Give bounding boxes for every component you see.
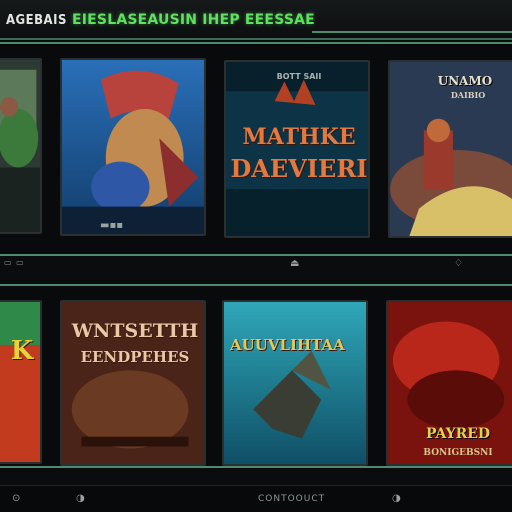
menu-icon[interactable]: ⊙ [12,493,20,504]
header-divider [312,31,512,33]
card-3-title-line2: DAEVIERI [230,154,368,183]
game-card-3[interactable]: BOTT SAII MATHKE DAEVIERI [224,60,370,238]
settings-icon[interactable]: ◑ [392,493,401,504]
game-card-4[interactable]: UNAMO DAIBIO [388,60,512,238]
card-4-title-line1: UNAMO [437,74,493,88]
card-3-title-line1: MATHKE [242,124,356,150]
game-card-1[interactable] [0,58,42,234]
card-8-subtitle: BONIGEBSNI [423,448,493,458]
game-card-2[interactable] [60,58,206,236]
card-7-art [224,302,366,464]
brand-title[interactable]: AGEBAIS [6,13,67,28]
card-1-art [0,60,40,232]
back-icon[interactable]: ◑ [76,493,85,504]
game-card-7[interactable]: AUUVLIHTAA [222,300,368,466]
card-8-title: PAYRED [425,426,491,442]
card-5-letter: K [10,336,34,366]
card-4-art [390,62,512,236]
row-1-meta-left: ▭ ▭ [4,258,25,267]
card-6-title-line2: EENDPEHES [80,348,190,366]
card-5-art [0,302,40,462]
game-row-2: K WNTSETTH EENDPEHES AUUVLIHTAA PAYRED B… [0,284,512,468]
game-card-8[interactable]: PAYRED BONIGEBSNI [386,300,512,466]
card-4-title-line2: DAIBIO [450,90,486,100]
headline-banner: EIESLASEAUSIN IHEP EEESSAE [72,12,315,28]
game-row-1: BOTT SAII MATHKE DAEVIERI UNAMO DAIBIO [0,42,512,256]
top-bar: AGEBAIS EIESLASEAUSIN IHEP EEESSAE [0,0,512,40]
gamepad-icon[interactable]: ▬▪▪ [100,220,123,231]
card-3-subtitle: BOTT SAII [276,72,322,81]
footer-center-label[interactable]: CONTOOUCT [258,494,325,504]
options-icon[interactable]: ♢ [454,258,463,269]
footer-bar: ⊙ ◑ CONTOOUCT ◑ [0,485,512,512]
card-7-title: AUUVLIHTAA [230,336,345,354]
eject-icon[interactable]: ⏏ [290,258,299,269]
card-6-title-line1: WNTSETTH [71,320,199,342]
game-card-5[interactable]: K [0,300,42,464]
card-2-art [62,60,204,234]
game-card-6[interactable]: WNTSETTH EENDPEHES [60,300,206,466]
